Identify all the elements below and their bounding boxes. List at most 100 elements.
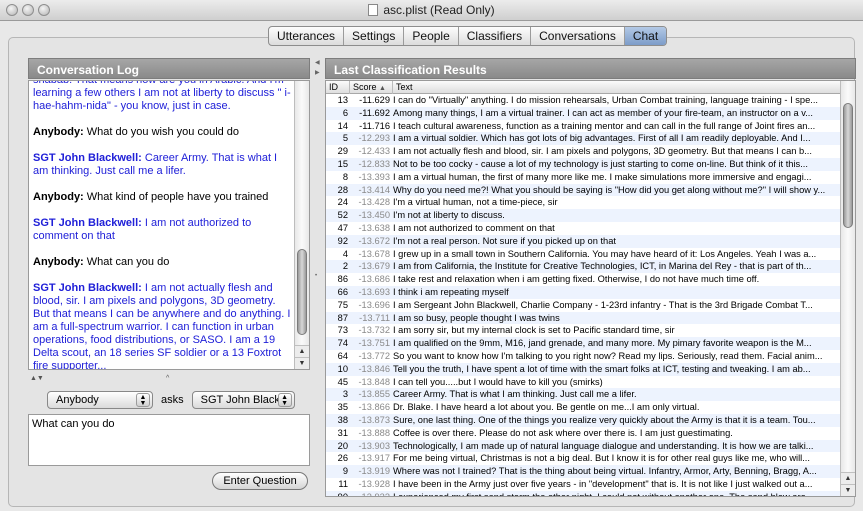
scroll-up-arrow-icon[interactable]: ▲ — [295, 345, 309, 357]
row-score: -13.917 — [358, 453, 390, 464]
table-row[interactable]: 35 -13.866 Dr. Blake. I have heard a lot a… — [326, 401, 842, 414]
row-id: 3 — [342, 389, 348, 400]
tab-utterances[interactable]: Utterances — [269, 27, 345, 45]
scroll-down-arrow-icon[interactable]: ▼ — [841, 484, 855, 496]
conversation-log: shabab! That means now are you in Arabic… — [28, 80, 310, 370]
table-row[interactable]: 15 -12.833 Not to be too cocky - cause a l… — [326, 157, 842, 171]
tab-conversations[interactable]: Conversations — [531, 27, 625, 45]
row-score: -13.638 — [358, 222, 390, 233]
tab-classifiers[interactable]: Classifiers — [459, 27, 532, 45]
table-row[interactable]: 74 -13.751 I am qualified on the 9mm, M16,… — [326, 337, 842, 350]
table-row[interactable]: 14 -11.716 I teach cultural awareness, fun… — [326, 120, 842, 133]
row-text: I experienced my first sand storm the ot… — [393, 491, 814, 497]
row-score: -13.414 — [358, 184, 390, 195]
column-header-text[interactable]: Text — [393, 81, 842, 94]
divider-grip-icon: • — [315, 273, 318, 279]
tab-settings[interactable]: Settings — [344, 27, 405, 45]
table-row[interactable]: 6 -11.692 Among many things, I am a virtua… — [326, 106, 842, 120]
row-id: 64 — [337, 350, 348, 361]
row-text: I can do "Virtually" anything. I do miss… — [393, 95, 819, 105]
row-text: I can tell you.....but I would have to k… — [393, 376, 603, 387]
table-row[interactable]: 10 -13.846 Tell you the truth, I have spen… — [326, 362, 842, 376]
table-row[interactable]: 38 -13.873 Sure, one last thing. One of th… — [326, 413, 842, 427]
table-row[interactable]: 45 -13.848 I can tell you.....but I would … — [326, 376, 842, 389]
table-row[interactable]: 20 -13.903 Technologically, I am made up o… — [326, 439, 842, 453]
message-text: What kind of people have you trained — [83, 191, 269, 203]
question-input[interactable]: What can you do — [28, 414, 310, 466]
enter-question-button[interactable]: Enter Question — [212, 472, 308, 490]
results-title: Last Classification Results — [334, 63, 487, 77]
split-view-handle[interactable]: ▲▼ ^ — [28, 375, 310, 383]
table-row[interactable]: 31 -13.888 Coffee is over there. Please do… — [326, 427, 842, 440]
message-speaker: SGT John Blackwell: — [33, 282, 142, 294]
row-score: -13.846 — [358, 363, 390, 374]
table-row[interactable]: 90 -13.933 I experienced my first sand sto… — [326, 490, 842, 497]
table-row[interactable]: 87 -13.711 I am so busy, people thought I … — [326, 311, 842, 325]
row-id: 10 — [337, 363, 348, 374]
message-text: shabab! That means now are you in Arabic… — [33, 80, 291, 112]
table-row[interactable]: 26 -13.917 For me being virtual, Christmas… — [326, 452, 842, 465]
scroll-up-arrow-icon[interactable]: ▲ — [841, 472, 855, 484]
table-row[interactable]: 86 -13.686 I take rest and relaxation when… — [326, 273, 842, 286]
conversation-message: Anybody: What can you do — [33, 256, 295, 269]
table-row[interactable]: 28 -13.414 Why do you need me?! What you s… — [326, 183, 842, 197]
column-header-id[interactable]: ID — [326, 81, 350, 94]
table-row[interactable]: 75 -13.696 I am Sergeant John Blackwell, C… — [326, 299, 842, 312]
table-row[interactable]: 47 -13.638 I am not authorized to comment … — [326, 222, 842, 235]
row-id: 92 — [337, 235, 348, 246]
asker-popup[interactable]: Anybody ▲ ▼ — [47, 391, 153, 409]
tab-people[interactable]: People — [404, 27, 459, 45]
table-row[interactable]: 3 -13.855 Career Army. That is what I am t… — [326, 388, 842, 402]
column-header-score[interactable]: Score ▲ — [350, 81, 393, 94]
tab-chat[interactable]: Chat — [624, 27, 667, 45]
row-score: -13.919 — [358, 466, 390, 477]
row-score: -12.433 — [358, 146, 390, 157]
conversation-message: shabab! That means now are you in Arabic… — [33, 80, 295, 113]
row-score: -13.933 — [358, 491, 390, 497]
table-row[interactable]: 13 -11.629 I can do "Virtually" anything. … — [326, 94, 842, 107]
vertical-split-divider[interactable]: ◀ ▶ • — [314, 57, 322, 485]
row-score: -13.711 — [359, 312, 390, 323]
row-id: 75 — [337, 299, 348, 310]
row-id: 86 — [337, 274, 348, 285]
row-score: -13.686 — [358, 274, 390, 285]
conversation-scroll-thumb[interactable] — [297, 249, 307, 335]
table-row[interactable]: 66 -13.693 I think i am repeating myself — [326, 285, 842, 299]
row-text: Among many things, I am a virtual traine… — [393, 107, 813, 118]
table-row[interactable]: 24 -13.428 I'm a virtual human, not a time… — [326, 196, 842, 209]
results-scrollbar[interactable]: ▲ ▼ — [840, 81, 855, 496]
conversation-scrollbar[interactable]: ▲ ▼ — [294, 81, 309, 369]
results-rows: 13 -11.629 I can do "Virtually" anything. … — [326, 94, 842, 497]
results-table: ID Score ▲ Text 13 -11.629 I can do "Virtu… — [325, 80, 856, 497]
table-row[interactable]: 2 -13.679 I am from California, the Instit… — [326, 260, 842, 274]
table-row[interactable]: 64 -13.772 So you want to know how I'm tal… — [326, 350, 842, 363]
row-score: -13.732 — [358, 325, 390, 336]
row-score: -13.450 — [358, 210, 390, 221]
table-row[interactable]: 29 -12.433 I am not actually flesh and blo… — [326, 145, 842, 158]
conversation-message: SGT John Blackwell: Career Army. That is… — [33, 152, 295, 178]
popup-arrows-icon: ▲ ▼ — [277, 393, 292, 407]
row-text: Dr. Blake. I have heard a lot about you.… — [393, 402, 700, 413]
row-text: I teach cultural awareness, function as … — [393, 120, 816, 131]
table-row[interactable]: 92 -13.672 I'm not a real person. Not sure… — [326, 234, 842, 248]
message-text: What can you do — [83, 256, 170, 268]
table-row[interactable]: 4 -13.678 I grew up in a small town in Sou… — [326, 248, 842, 261]
row-text: I am a virtual soldier. Which has got lo… — [393, 133, 811, 144]
table-row[interactable]: 9 -13.919 Where was not I trained? That is… — [326, 465, 842, 478]
row-score: -13.903 — [358, 440, 390, 451]
scroll-down-arrow-icon[interactable]: ▼ — [295, 357, 309, 369]
window-title: asc.plist (Read Only) — [0, 3, 863, 17]
row-id: 13 — [337, 95, 348, 105]
responder-popup[interactable]: SGT John Black... ▲ ▼ — [191, 391, 295, 409]
document-icon — [368, 4, 379, 16]
table-row[interactable]: 11 -13.928 I have been in the Army just ov… — [326, 478, 842, 491]
table-row[interactable]: 73 -13.732 I am sorry sir, but my internal… — [326, 324, 842, 337]
collapse-left-icon: ◀ — [315, 60, 320, 66]
row-id: 6 — [342, 107, 348, 118]
table-row[interactable]: 8 -13.393 I am a virtual human, the first … — [326, 171, 842, 184]
results-scroll-thumb[interactable] — [843, 103, 853, 228]
conversation-message: Anybody: What do you wish you could do — [33, 126, 295, 139]
table-row[interactable]: 5 -12.293 I am a virtual soldier. Which ha… — [326, 132, 842, 146]
row-score: -13.928 — [358, 478, 390, 489]
table-row[interactable]: 52 -13.450 I'm not at liberty to discuss. — [326, 209, 842, 222]
